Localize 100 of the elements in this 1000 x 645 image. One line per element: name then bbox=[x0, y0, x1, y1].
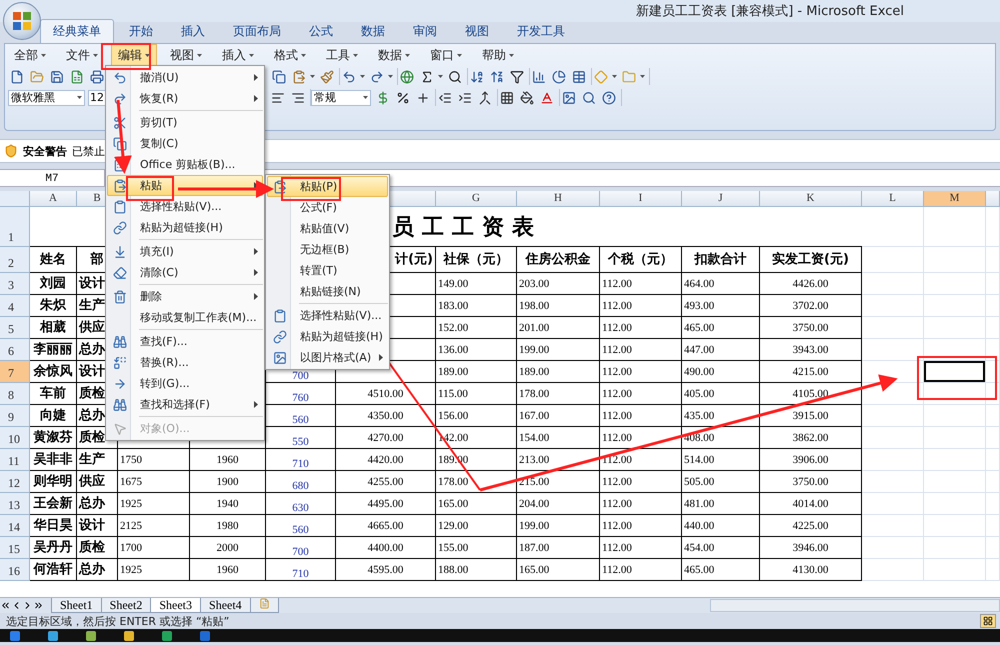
row-header[interactable]: 3 bbox=[0, 273, 30, 295]
sheet-tab[interactable]: Sheet3 bbox=[150, 598, 202, 613]
table-cell: 112.00 bbox=[600, 515, 682, 537]
row-header[interactable]: 4 bbox=[0, 295, 30, 317]
table-cell: 供应 bbox=[77, 471, 118, 493]
table-cell: 4665.00 bbox=[336, 515, 436, 537]
table-cell: 112.00 bbox=[600, 339, 682, 361]
table-cell: 760 bbox=[266, 383, 336, 405]
sheet-tab[interactable]: Sheet2 bbox=[100, 598, 152, 613]
table-cell: 3946.00 bbox=[760, 537, 862, 559]
table-cell: 112.00 bbox=[600, 493, 682, 515]
column-header[interactable]: M bbox=[924, 191, 986, 207]
ribbon-tab[interactable]: 插入 bbox=[168, 19, 218, 43]
menu-bar-item[interactable]: 全部 bbox=[7, 44, 53, 66]
row-header[interactable]: 15 bbox=[0, 537, 30, 559]
table-cell: 住房公积金 bbox=[517, 247, 600, 273]
font-size-select[interactable]: 12 bbox=[88, 90, 106, 106]
sheet-tab[interactable]: Sheet4 bbox=[200, 598, 251, 613]
row-header[interactable]: 1 bbox=[0, 207, 30, 247]
menu-bar-item[interactable]: 工具 bbox=[319, 44, 365, 66]
row-header[interactable]: 2 bbox=[0, 247, 30, 273]
table-cell: 112.00 bbox=[600, 361, 682, 383]
menu-item[interactable]: 粘贴值(V) bbox=[267, 218, 388, 239]
row-header[interactable]: 7 bbox=[0, 361, 30, 383]
row-header[interactable]: 14 bbox=[0, 515, 30, 537]
menu-item[interactable]: 公式(F) bbox=[267, 197, 388, 218]
row-header[interactable]: 16 bbox=[0, 559, 30, 581]
table-cell: 4420.00 bbox=[336, 449, 436, 471]
menu-bar-item[interactable]: 数据 bbox=[371, 44, 417, 66]
column-header[interactable]: K bbox=[760, 191, 862, 207]
table-cell: 4130.00 bbox=[760, 559, 862, 581]
table-cell: 112.00 bbox=[600, 273, 682, 295]
table-cell: 4400.00 bbox=[336, 537, 436, 559]
row-header[interactable]: 9 bbox=[0, 405, 30, 427]
ribbon-tab[interactable]: 页面布局 bbox=[220, 19, 294, 43]
table-cell: 3915.00 bbox=[760, 405, 862, 427]
table-cell: 136.00 bbox=[436, 339, 517, 361]
table-cell: 余惊风 bbox=[30, 361, 77, 383]
table-cell: 165.00 bbox=[436, 493, 517, 515]
menu-item[interactable]: 粘贴(P) bbox=[267, 176, 388, 197]
table-cell: 2125 bbox=[118, 515, 190, 537]
ribbon-tab[interactable]: 开始 bbox=[116, 19, 166, 43]
row-header[interactable]: 12 bbox=[0, 471, 30, 493]
menu-bar-item[interactable]: 窗口 bbox=[423, 44, 469, 66]
table-cell: 1940 bbox=[190, 493, 266, 515]
row-header[interactable]: 8 bbox=[0, 383, 30, 405]
table-cell: 112.00 bbox=[600, 405, 682, 427]
table-cell: 3862.00 bbox=[760, 427, 862, 449]
menu-bar-item[interactable]: 视图 bbox=[163, 44, 209, 66]
ribbon-tab[interactable]: 开发工具 bbox=[504, 19, 578, 43]
table-cell: 700 bbox=[266, 537, 336, 559]
row-header[interactable]: 10 bbox=[0, 427, 30, 449]
table-cell: 514.00 bbox=[682, 449, 760, 471]
ribbon-tab[interactable]: 审阅 bbox=[400, 19, 450, 43]
sheet-tab[interactable]: Sheet1 bbox=[51, 598, 102, 613]
column-header[interactable]: I bbox=[600, 191, 682, 207]
table-cell: 454.00 bbox=[682, 537, 760, 559]
menu-item[interactable]: 恢复(R) bbox=[107, 88, 263, 109]
menu-item[interactable]: 选择性粘贴(V)... bbox=[267, 305, 388, 326]
ribbon-tab[interactable]: 公式 bbox=[296, 19, 346, 43]
menu-item[interactable]: 复制(C) bbox=[107, 133, 263, 154]
ribbon-tab[interactable]: 经典菜单 bbox=[40, 19, 114, 43]
menu-bar-item[interactable]: 插入 bbox=[215, 44, 261, 66]
column-header[interactable]: H bbox=[517, 191, 600, 207]
ribbon-tab[interactable]: 数据 bbox=[348, 19, 398, 43]
table-cell: 165.00 bbox=[517, 559, 600, 581]
font-select[interactable]: 微软雅黑 bbox=[8, 90, 85, 106]
menu-bar-item[interactable]: 文件 bbox=[59, 44, 105, 66]
table-cell: 213.00 bbox=[517, 449, 600, 471]
table-cell: 560 bbox=[266, 515, 336, 537]
menu-item[interactable]: 撤消(U) bbox=[107, 67, 263, 88]
table-cell: 3750.00 bbox=[760, 471, 862, 493]
menu-bar-item[interactable]: 帮助 bbox=[475, 44, 521, 66]
menu-item[interactable]: 粘贴为超链接(H) bbox=[267, 326, 388, 347]
menu-item[interactable]: 粘贴链接(N) bbox=[267, 281, 388, 302]
table-cell: 112.00 bbox=[600, 471, 682, 493]
row-header[interactable]: 13 bbox=[0, 493, 30, 515]
table-cell: 112.00 bbox=[600, 537, 682, 559]
row-header[interactable]: 11 bbox=[0, 449, 30, 471]
menu-bar-item[interactable]: 格式 bbox=[267, 44, 313, 66]
column-header[interactable]: L bbox=[862, 191, 924, 207]
column-header[interactable]: J bbox=[682, 191, 760, 207]
table-cell: 156.00 bbox=[436, 405, 517, 427]
table-cell: 4014.00 bbox=[760, 493, 862, 515]
column-header[interactable]: A bbox=[30, 191, 77, 207]
menu-item[interactable]: Office 剪贴板(B)... bbox=[107, 154, 263, 175]
menu-item[interactable]: 粘贴为超链接(H) bbox=[107, 217, 263, 238]
table-cell: 吴非非 bbox=[30, 449, 77, 471]
ribbon-tab[interactable]: 视图 bbox=[452, 19, 502, 43]
table-cell: 3750.00 bbox=[760, 317, 862, 339]
row-header[interactable]: 5 bbox=[0, 317, 30, 339]
table-cell: 4215.00 bbox=[760, 361, 862, 383]
number-format-select[interactable]: 常规 bbox=[311, 90, 371, 106]
table-cell: 4350.00 bbox=[336, 405, 436, 427]
menu-item[interactable]: 剪切(T) bbox=[107, 112, 263, 133]
column-header[interactable]: G bbox=[436, 191, 517, 207]
row-header[interactable]: 6 bbox=[0, 339, 30, 361]
table-cell: 3702.00 bbox=[760, 295, 862, 317]
table-cell: 则华明 bbox=[30, 471, 77, 493]
table-cell: 178.00 bbox=[436, 471, 517, 493]
